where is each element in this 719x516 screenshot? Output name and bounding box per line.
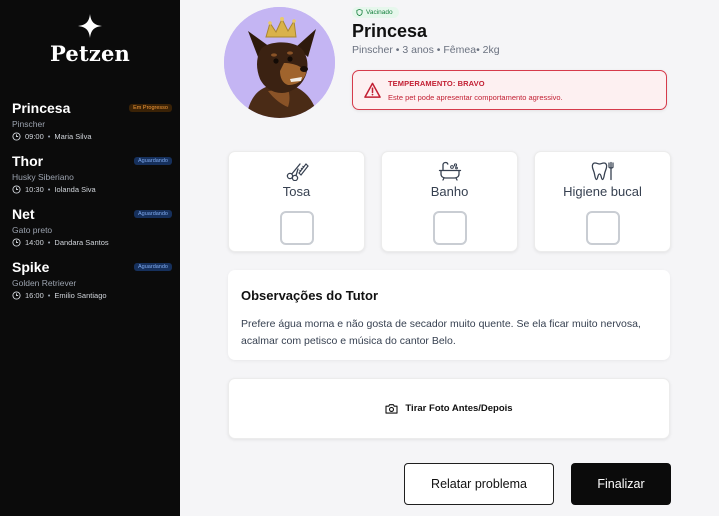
sidebar: Petzen Princesa Em Progresso Pinscher 09… (0, 0, 180, 516)
clock-icon (12, 132, 21, 141)
separator-dot: • (47, 238, 51, 247)
service-label: Banho (430, 184, 469, 199)
clock-icon (12, 185, 21, 194)
pet-list: Princesa Em Progresso Pinscher 09:00 • M… (12, 100, 172, 312)
owner-name: Iolanda Siva (54, 185, 96, 194)
pet-list-item-spike[interactable]: Spike Aguardando Golden Retriever 16:00 … (12, 259, 172, 312)
appointment-time: 14:00 (25, 238, 44, 247)
temperament-alert: TEMPERAMENTO: BRAVO Este pet pode aprese… (352, 70, 667, 110)
appointment-time: 09:00 (25, 132, 44, 141)
pet-appointment: 14:00 • Dandara Santos (12, 238, 172, 247)
service-card-higiene-bucal: Higiene bucal (534, 151, 671, 252)
pet-appointment: 09:00 • Maria Silva (12, 132, 172, 141)
status-badge: Aguardando (134, 210, 172, 218)
pet-name: Net (12, 206, 35, 222)
camera-icon (385, 404, 398, 414)
service-label: Tosa (282, 184, 311, 199)
shield-icon (356, 9, 363, 16)
owner-name: Dandara Santos (54, 238, 109, 247)
alert-text: Este pet pode apresentar comportamento a… (388, 93, 563, 102)
service-card-banho: Banho (381, 151, 518, 252)
appointment-time: 16:00 (25, 291, 44, 300)
pet-profile-name: Princesa (352, 21, 428, 41)
pet-appointment: 16:00 • Emilio Santiago (12, 291, 172, 300)
pet-list-item-net[interactable]: Net Aguardando Gato preto 14:00 • Dandar… (12, 206, 172, 259)
pet-breed: Gato preto (12, 225, 53, 235)
logo-text: Petzen (49, 41, 131, 66)
separator-dot: • (47, 132, 51, 141)
clock-icon (12, 238, 21, 247)
service-checkbox-banho[interactable] (432, 211, 467, 245)
dog-photo (224, 7, 335, 118)
status-badge: Aguardando (134, 157, 172, 165)
main-content: Vacinado Princesa Pinscher • 3 anos • Fê… (180, 0, 719, 516)
bathtub-icon (438, 161, 461, 181)
pet-breed: Husky Siberiano (12, 172, 74, 182)
warning-triangle-icon (364, 82, 381, 98)
pet-name: Princesa (12, 100, 71, 116)
separator-dot: • (47, 291, 51, 300)
vaccinated-label: Vacinado (366, 9, 393, 16)
pet-breed: Pinscher (12, 119, 46, 129)
tutor-observations-card: Observações do Tutor Prefere água morna … (228, 270, 670, 360)
service-checkbox-tosa[interactable] (279, 211, 314, 245)
scissors-comb-icon (286, 163, 309, 181)
vaccinated-badge: Vacinado (352, 7, 399, 18)
pet-profile-info: Pinscher • 3 anos • Fêmea• 2kg (352, 44, 500, 56)
pet-list-item-thor[interactable]: Thor Aguardando Husky Siberiano 10:30 • … (12, 153, 172, 206)
take-photo-label: Tirar Foto Antes/Depois (405, 403, 513, 414)
appointment-time: 10:30 (25, 185, 44, 194)
tooth-icon (591, 161, 614, 181)
finish-button[interactable]: Finalizar (571, 463, 671, 505)
service-checkbox-higiene-bucal[interactable] (585, 211, 620, 245)
owner-name: Maria Silva (54, 132, 92, 141)
observations-text: Prefere água morna e não gosta de secado… (241, 318, 641, 347)
owner-name: Emilio Santiago (54, 291, 107, 300)
separator-dot: • (47, 185, 51, 194)
pet-avatar (224, 7, 335, 118)
observations-title: Observações do Tutor (241, 288, 379, 303)
alert-title: TEMPERAMENTO: BRAVO (388, 79, 485, 88)
sparkle-icon (78, 14, 102, 38)
pet-breed: Golden Retriever (12, 278, 77, 288)
service-label: Higiene bucal (563, 184, 642, 199)
clock-icon (12, 291, 21, 300)
logo: Petzen (0, 14, 180, 66)
pet-name: Spike (12, 259, 50, 275)
service-card-tosa: Tosa (228, 151, 365, 252)
take-photo-button[interactable]: Tirar Foto Antes/Depois (228, 378, 670, 439)
pet-name: Thor (12, 153, 44, 169)
pet-list-item-princesa[interactable]: Princesa Em Progresso Pinscher 09:00 • M… (12, 100, 172, 153)
status-badge: Aguardando (134, 263, 172, 271)
status-badge: Em Progresso (129, 104, 172, 112)
pet-appointment: 10:30 • Iolanda Siva (12, 185, 172, 194)
report-problem-button[interactable]: Relatar problema (404, 463, 554, 505)
